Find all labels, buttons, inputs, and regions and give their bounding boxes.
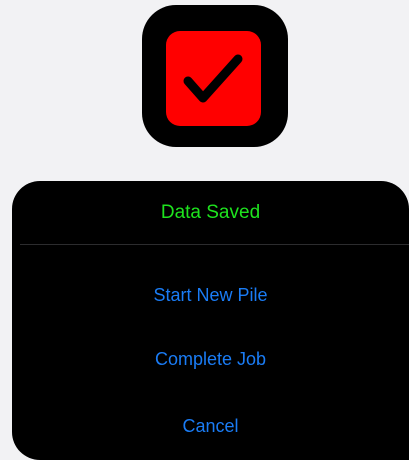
cancel-button[interactable]: Cancel [12, 397, 409, 455]
sheet-title: Data Saved [160, 202, 261, 223]
complete-job-button[interactable]: Complete Job [12, 330, 409, 388]
action-sheet: Data Saved Start New Pile Complete Job C… [12, 181, 409, 460]
start-new-pile-button[interactable]: Start New Pile [12, 266, 409, 324]
app-status-icon [142, 5, 288, 147]
divider [20, 244, 409, 245]
checkmark-icon [183, 54, 243, 103]
check-tile [166, 31, 261, 126]
